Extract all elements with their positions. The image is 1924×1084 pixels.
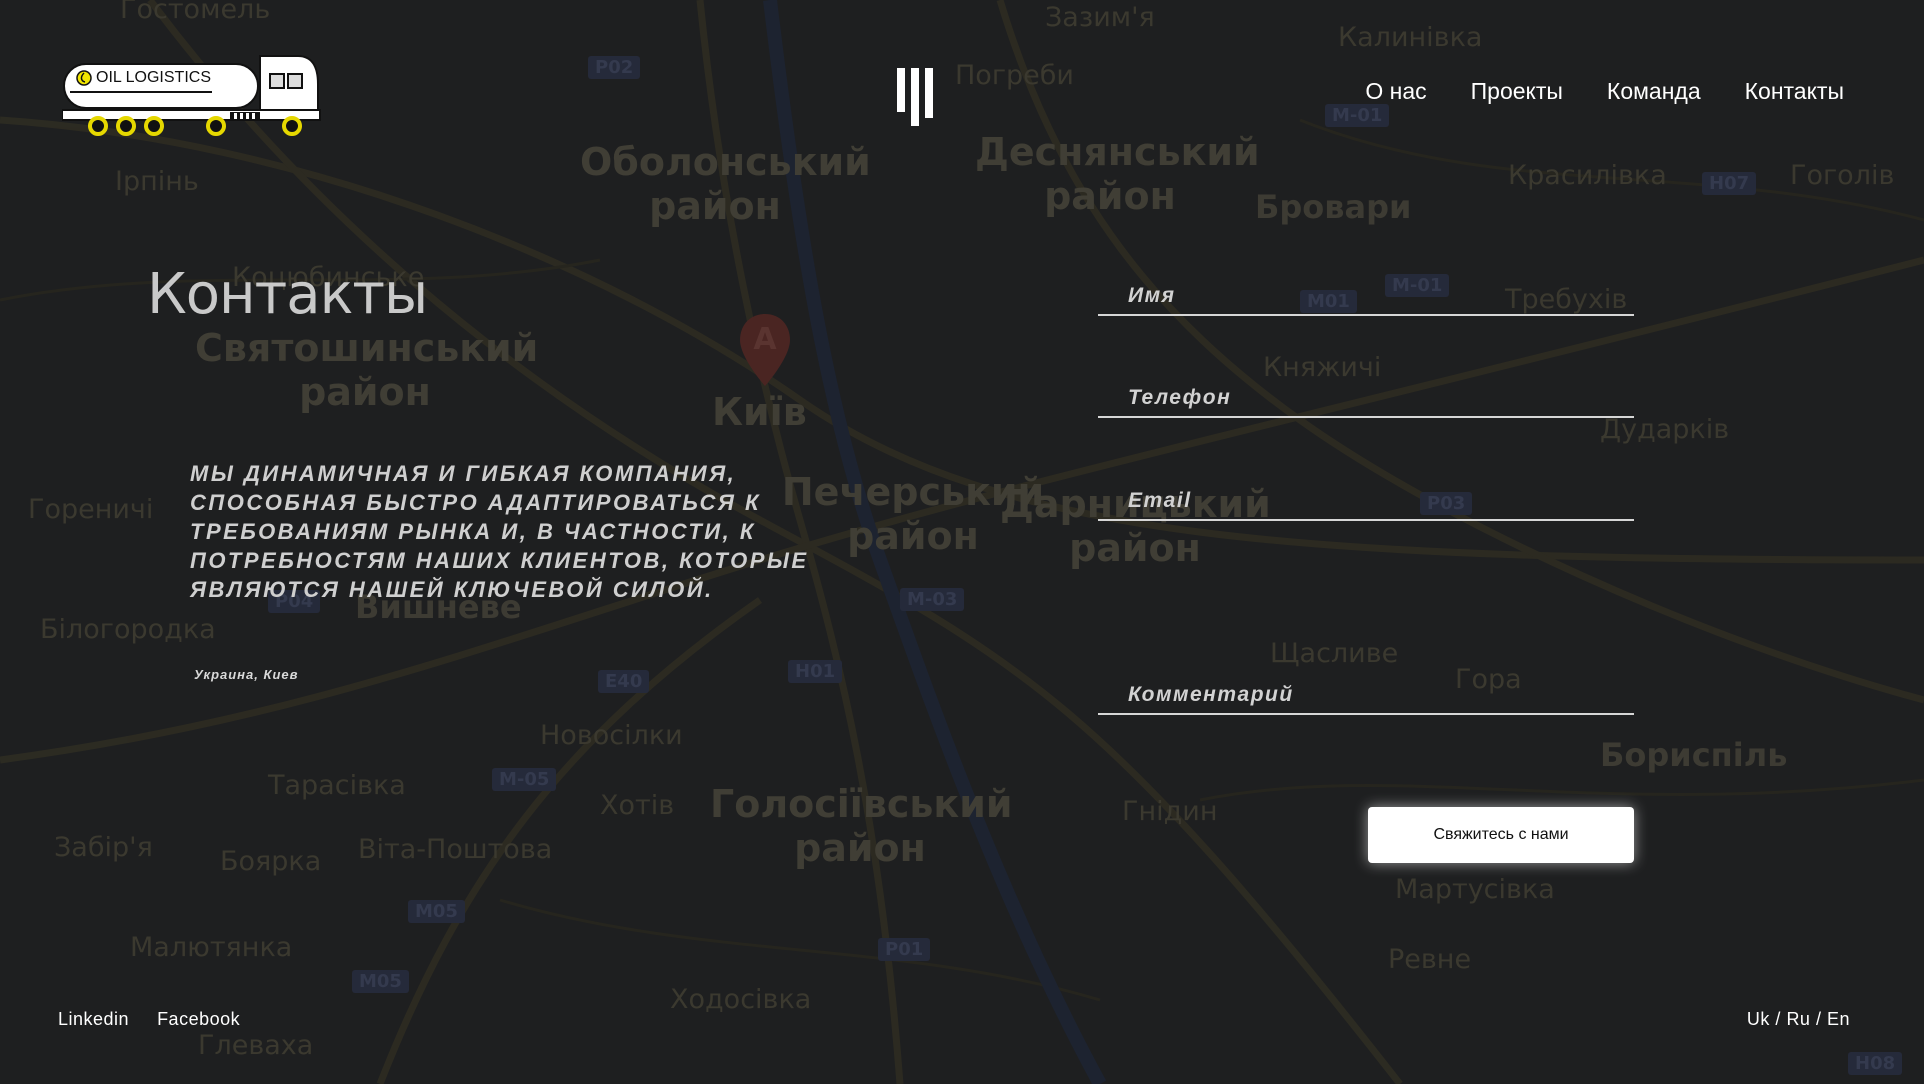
nav-link-about[interactable]: О нас: [1365, 78, 1426, 105]
map-label: Київ: [712, 390, 807, 434]
map-label: Красилівка: [1508, 160, 1667, 191]
nav-link-projects[interactable]: Проекты: [1471, 78, 1563, 105]
name-input[interactable]: [1126, 280, 1620, 312]
contact-us-button[interactable]: Свяжитесь с нами: [1368, 807, 1634, 863]
road-badge: Е40: [598, 670, 650, 693]
map-marker-icon[interactable]: A: [736, 312, 794, 388]
comment-field-wrapper: [1098, 679, 1634, 715]
map-label: Дударків: [1600, 414, 1730, 445]
phone-input[interactable]: [1126, 382, 1620, 414]
map-label: Бориспіль: [1600, 736, 1788, 774]
phone-field-wrapper: [1098, 382, 1634, 418]
lang-separator: /: [1810, 1009, 1827, 1029]
email-field-wrapper: [1098, 485, 1634, 521]
road-badge: Н08: [1848, 1052, 1903, 1075]
name-field-wrapper: [1098, 280, 1634, 316]
map-label: Калинівка: [1338, 22, 1483, 53]
language-switcher: Uk / Ru / En: [1747, 1009, 1850, 1030]
road-badge: М-05: [492, 768, 557, 791]
map-label: Гореничі: [28, 494, 154, 525]
company-slogan: Мы динамичная и гибкая компания, способн…: [190, 461, 809, 602]
map-label: Княжичі: [1263, 352, 1382, 383]
map-label: Хотів: [600, 790, 675, 821]
location-text: Украина, Киев: [194, 667, 299, 682]
map-label: Деснянський район: [975, 130, 1260, 218]
lang-en[interactable]: En: [1827, 1009, 1850, 1029]
road-badge: Р01: [878, 938, 931, 961]
main-nav: О нас Проекты Команда Контакты: [1365, 78, 1844, 105]
nav-link-team[interactable]: Команда: [1607, 78, 1701, 105]
nav-link-contacts[interactable]: Контакты: [1745, 78, 1844, 105]
map-label: Оболонський район: [580, 140, 871, 228]
road-badge: М05: [352, 970, 409, 993]
map-label: Ревне: [1388, 944, 1472, 975]
road-badge: Н01: [788, 660, 843, 683]
social-links: Linkedin Facebook: [58, 1009, 240, 1030]
company-logo[interactable]: OIL LOGISTICS: [62, 54, 322, 138]
map-label: Щасливе: [1270, 638, 1399, 669]
map-label: Бровари: [1255, 188, 1412, 226]
road-badge: М-03: [900, 588, 965, 611]
map-label: Малютянка: [130, 932, 293, 963]
map-label: Мартусівка: [1395, 874, 1555, 905]
map-label: Святошинський район: [195, 326, 539, 414]
map-label: Ходосівка: [670, 984, 812, 1015]
road-badge: Н07: [1702, 172, 1757, 195]
tanker-truck-icon: [62, 55, 321, 136]
lang-separator: /: [1769, 1009, 1787, 1029]
map-label: Боярка: [220, 846, 322, 877]
map-label: Гоголів: [1790, 160, 1895, 191]
logo-text: OIL LOGISTICS: [96, 69, 211, 86]
map-label: Зазим'я: [1045, 2, 1155, 33]
map-label: Голосіївський район: [710, 782, 1013, 870]
lang-ru[interactable]: Ru: [1786, 1009, 1810, 1029]
brand-mark-icon[interactable]: [897, 68, 943, 126]
page-title: Контакты: [147, 262, 428, 327]
road-badge: Р02: [588, 56, 641, 79]
map-label: Віта-Поштова: [358, 834, 553, 865]
map-label: Білогородка: [40, 614, 216, 645]
map-label: Гостомель: [120, 0, 271, 25]
comment-input[interactable]: [1126, 679, 1620, 711]
map-label: Новосілки: [540, 720, 683, 751]
map-label: Тарасівка: [268, 770, 406, 801]
map-label: Ірпінь: [115, 166, 199, 197]
map-label: Гнідин: [1122, 796, 1218, 827]
map-marker-label: A: [753, 322, 777, 357]
map-label: Погреби: [955, 60, 1074, 91]
map-label: Забір'я: [54, 832, 153, 863]
lang-uk[interactable]: Uk: [1747, 1009, 1770, 1029]
facebook-link[interactable]: Facebook: [157, 1009, 240, 1030]
map-label: Глеваха: [198, 1030, 314, 1061]
road-badge: М-01: [1325, 104, 1390, 127]
linkedin-link[interactable]: Linkedin: [58, 1009, 129, 1030]
email-input[interactable]: [1126, 485, 1620, 517]
road-badge: М05: [408, 900, 465, 923]
